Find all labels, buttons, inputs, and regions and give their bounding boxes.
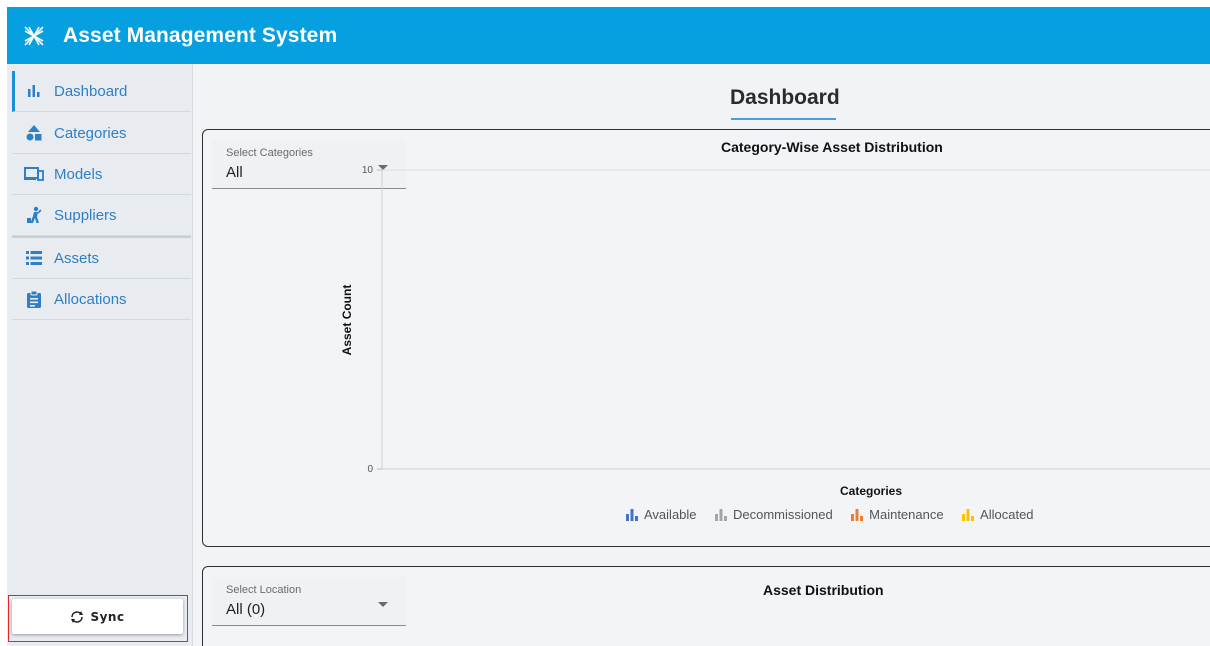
sync-icon xyxy=(70,610,84,623)
sidebar: Dashboard Categories Models Suppliers As… xyxy=(7,64,193,646)
location-select-value: All (0) xyxy=(226,601,266,618)
chart-legend: Available Decommissioned Maintenance All… xyxy=(619,507,1041,526)
sync-highlight: Sync xyxy=(8,595,188,642)
sidebar-item-dashboard[interactable]: Dashboard xyxy=(12,71,191,112)
legend-bar-icon xyxy=(962,508,975,521)
page-title-underline xyxy=(731,118,836,120)
person-supplier-icon xyxy=(24,205,44,225)
shapes-icon xyxy=(24,123,44,143)
page-title: Dashboard xyxy=(730,86,840,109)
legend-bar-icon xyxy=(851,508,864,521)
legend-bar-icon xyxy=(714,508,728,521)
app-title: Asset Management System xyxy=(63,23,338,47)
chevron-down-icon xyxy=(378,602,388,607)
sidebar-item-label: Models xyxy=(54,165,103,183)
sidebar-item-suppliers[interactable]: Suppliers xyxy=(12,195,191,236)
list-icon xyxy=(24,248,44,268)
devices-icon xyxy=(24,164,44,184)
asset-distribution-title: Asset Distribution xyxy=(763,582,884,598)
sidebar-item-models[interactable]: Models xyxy=(12,154,191,195)
sidebar-item-assets[interactable]: Assets xyxy=(12,238,191,279)
legend-bar-icon xyxy=(626,508,639,521)
legend-label: Maintenance xyxy=(869,507,944,522)
sidebar-item-label: Suppliers xyxy=(54,206,117,224)
location-select-label: Select Location xyxy=(226,584,302,596)
x-axis-title: Categories xyxy=(840,484,902,498)
y-axis-title: Asset Count xyxy=(340,285,354,356)
clipboard-icon xyxy=(24,289,44,309)
location-select[interactable]: Select Location All (0) xyxy=(212,577,406,626)
sidebar-item-label: Assets xyxy=(54,249,100,267)
bar-chart-icon xyxy=(24,81,44,101)
legend-label: Available xyxy=(644,507,697,522)
legend-item-decommissioned[interactable]: Decommissioned xyxy=(714,507,833,522)
legend-item-available[interactable]: Available xyxy=(626,507,697,522)
sidebar-item-allocations[interactable]: Allocations xyxy=(12,279,191,320)
sync-label: Sync xyxy=(90,609,125,624)
app-header: Asset Management System xyxy=(7,7,1210,64)
sync-button[interactable]: Sync xyxy=(12,599,183,634)
legend-label: Allocated xyxy=(980,507,1034,522)
asset-distribution-card: Select Location All (0) Asset Distributi… xyxy=(202,566,1210,646)
legend-item-maintenance[interactable]: Maintenance xyxy=(851,507,944,522)
y-tick-label: 0 xyxy=(367,464,373,475)
sidebar-item-label: Allocations xyxy=(54,290,127,308)
sidebar-item-categories[interactable]: Categories xyxy=(12,113,191,154)
bar-chart: 10 0 Asset Count Categories xyxy=(340,165,1210,498)
sidebar-item-label: Dashboard xyxy=(54,82,128,100)
legend-item-allocated[interactable]: Allocated xyxy=(962,507,1034,522)
y-tick-label: 10 xyxy=(362,165,374,176)
sidebar-item-label: Categories xyxy=(54,124,127,142)
legend-label: Decommissioned xyxy=(732,507,833,522)
app-logo-icon xyxy=(23,25,45,47)
category-chart-card: Select Categories All Category-Wise Asse… xyxy=(202,129,1210,547)
